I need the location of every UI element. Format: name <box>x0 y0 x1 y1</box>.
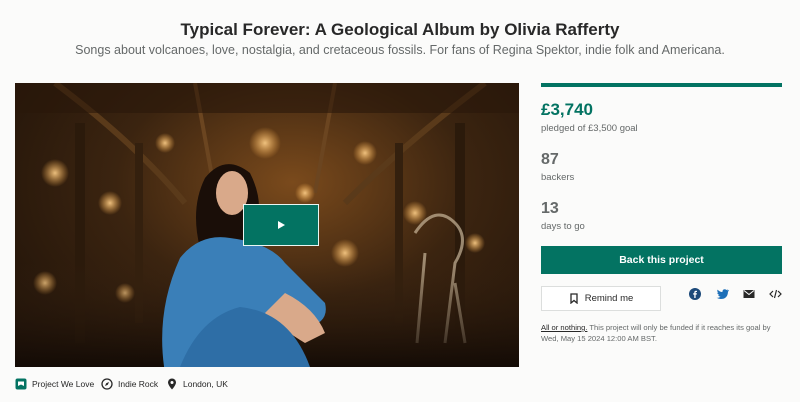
funding-progress-bar <box>541 83 782 87</box>
share-facebook-button[interactable] <box>688 287 702 301</box>
category-label: Indie Rock <box>118 379 159 389</box>
bookmark-icon <box>570 293 578 304</box>
share-twitter-button[interactable] <box>715 287 729 301</box>
location-link[interactable]: London, UK <box>166 378 228 390</box>
twitter-icon <box>716 288 729 299</box>
project-subtitle: Songs about volcanoes, love, nostalgia, … <box>75 43 725 57</box>
share-email-button[interactable] <box>742 287 756 301</box>
funding-fine-print: All or nothing. This project will only b… <box>541 322 786 344</box>
back-this-project-button[interactable]: Back this project <box>541 246 782 274</box>
remind-me-label: Remind me <box>584 293 634 304</box>
funding-stats: £3,740 pledged of £3,500 goal 87 backers… <box>541 83 782 232</box>
email-icon <box>743 290 755 298</box>
location-label: London, UK <box>183 379 228 389</box>
play-icon <box>278 221 285 229</box>
days-to-go-count: 13 <box>541 200 559 217</box>
embed-icon <box>768 289 782 299</box>
project-we-love-badge[interactable]: Project We Love <box>15 378 94 390</box>
days-to-go-label: days to go <box>541 221 585 232</box>
pledged-label: pledged of £3,500 goal <box>541 123 638 134</box>
compass-icon <box>101 378 113 390</box>
project-we-love-label: Project We Love <box>32 379 95 389</box>
remind-me-button[interactable]: Remind me <box>541 286 661 311</box>
play-button[interactable] <box>243 204 319 246</box>
category-link[interactable]: Indie Rock <box>101 378 158 390</box>
facebook-icon <box>689 288 701 300</box>
project-we-love-icon <box>15 378 27 390</box>
location-pin-icon <box>168 378 176 390</box>
backers-label: backers <box>541 172 575 183</box>
backers-count: 87 <box>541 151 559 168</box>
embed-button[interactable] <box>768 287 782 301</box>
project-title: Typical Forever: A Geological Album by O… <box>180 20 620 39</box>
project-video[interactable] <box>15 83 519 367</box>
pledged-amount: £3,740 <box>541 100 593 119</box>
all-or-nothing-link[interactable]: All or nothing. <box>541 323 587 332</box>
